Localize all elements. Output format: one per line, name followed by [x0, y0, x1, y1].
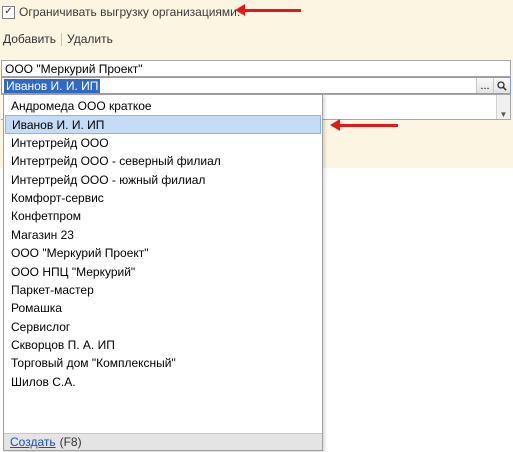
editing-table-row[interactable]: Иванов И. И. ИП ...: [1, 77, 511, 94]
restrict-organizations-label: Ограничивать выгрузку организациями:: [19, 5, 241, 19]
organization-dropdown: Андромеда ООО краткое Иванов И. И. ИП Инте…: [3, 94, 323, 451]
annotation-arrow-selected-item: [330, 119, 398, 131]
search-button[interactable]: [493, 78, 510, 93]
annotation-arrow-checkbox: [235, 4, 301, 16]
create-hotkey: (F8): [59, 435, 82, 449]
dropdown-item[interactable]: Интертрейд ООО - северный филиал: [4, 152, 322, 170]
dropdown-item[interactable]: Сервислог: [4, 318, 322, 336]
create-link[interactable]: Создать: [10, 435, 56, 449]
scrollbar-down-icon[interactable]: ▼: [496, 95, 510, 119]
organization-cell: ООО "Меркурий Проект": [5, 61, 143, 76]
organization-input[interactable]: Иванов И. И. ИП: [4, 78, 101, 93]
toolbar-separator: [61, 32, 63, 46]
dropdown-footer: Создать (F8): [4, 433, 322, 450]
table-row[interactable]: ООО "Меркурий Проект": [1, 60, 511, 77]
dropdown-item[interactable]: Интертрейд ООО: [4, 134, 322, 152]
dropdown-item[interactable]: Интертрейд ООО - южный филиал: [4, 171, 322, 189]
dropdown-item[interactable]: ООО "Меркурий Проект": [4, 244, 322, 262]
checkmark-icon: ✓: [4, 6, 13, 17]
dropdown-item[interactable]: Торговый дом "Комплексный": [4, 354, 322, 372]
search-icon: [497, 80, 507, 91]
delete-button[interactable]: Удалить: [67, 32, 113, 46]
dropdown-item[interactable]: Магазин 23: [4, 226, 322, 244]
dropdown-item[interactable]: Скворцов П. А. ИП: [4, 336, 322, 354]
dropdown-item[interactable]: Ромашка: [4, 299, 322, 317]
restrict-organizations-checkbox[interactable]: ✓: [2, 5, 15, 19]
dropdown-item[interactable]: Паркет-мастер: [4, 281, 322, 299]
choose-button[interactable]: ...: [476, 78, 493, 93]
restrict-organizations-checkbox-row[interactable]: ✓ Ограничивать выгрузку организациями:: [2, 3, 240, 21]
dropdown-list: Андромеда ООО краткое Иванов И. И. ИП Инте…: [4, 97, 322, 391]
dropdown-item[interactable]: Иванов И. И. ИП: [5, 115, 321, 134]
add-button[interactable]: Добавить: [3, 32, 56, 46]
dropdown-item[interactable]: Комфорт-сервис: [4, 189, 322, 207]
dropdown-item[interactable]: ООО НПЦ "Меркурий": [4, 263, 322, 281]
toolbar: Добавить Удалить: [3, 32, 113, 46]
dropdown-item[interactable]: Шилов С.А.: [4, 373, 322, 391]
dropdown-item[interactable]: Конфетпром: [4, 207, 322, 225]
dropdown-item[interactable]: Андромеда ООО краткое: [4, 97, 322, 115]
